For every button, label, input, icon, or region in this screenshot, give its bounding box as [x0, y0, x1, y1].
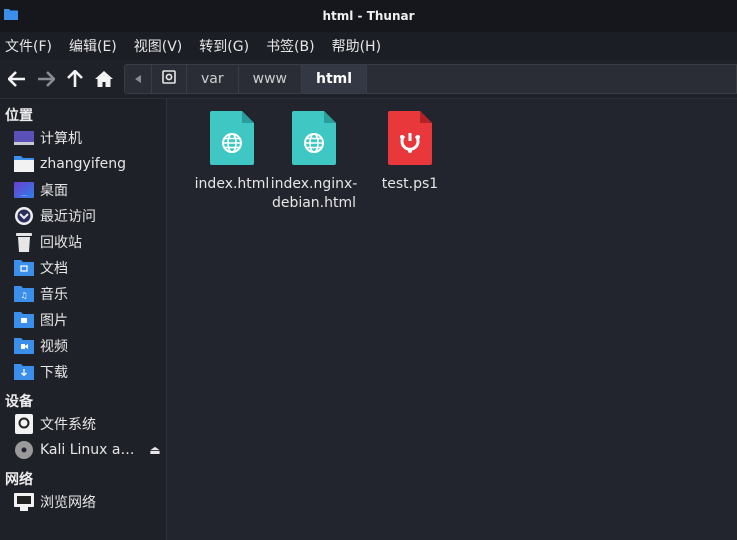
- up-arrow-icon[interactable]: [63, 67, 87, 91]
- sidebar-item-label: 文档: [40, 261, 68, 277]
- sidebar-item-label: 图片: [40, 313, 68, 329]
- folder-app-icon: [4, 8, 18, 23]
- desktop-icon: …: [13, 180, 35, 200]
- html-file-icon: [292, 111, 336, 169]
- svg-text:…: …: [21, 191, 27, 198]
- svg-text:♫: ♫: [20, 291, 27, 300]
- file-label: index.nginx-debian.html: [266, 175, 362, 213]
- sidebar-section-places: 位置: [5, 108, 33, 124]
- music-folder-icon: ♫: [13, 284, 35, 304]
- sidebar-item-desktop[interactable]: … 桌面: [0, 177, 166, 203]
- sidebar-item-computer[interactable]: 计算机: [0, 125, 166, 151]
- sidebar-item-label: zhangyifeng: [40, 156, 127, 172]
- home-folder-icon: [13, 154, 35, 174]
- html-file-icon: [210, 111, 254, 169]
- videos-folder-icon: [13, 336, 35, 356]
- forward-arrow-icon[interactable]: [34, 67, 58, 91]
- file-item[interactable]: index.nginx-debian.html: [266, 111, 362, 213]
- sidebar-item-filesystem[interactable]: 文件系统: [0, 411, 166, 437]
- sidebar-item-trash[interactable]: 回收站: [0, 229, 166, 255]
- menu-bookmarks[interactable]: 书签(B): [266, 36, 323, 56]
- sidebar-item-pictures[interactable]: 图片: [0, 307, 166, 333]
- path-scroll-left-button[interactable]: [125, 65, 152, 93]
- filesystem-drive-icon: [13, 414, 35, 434]
- sidebar-item-label: 桌面: [40, 183, 68, 199]
- sidebar-item-downloads[interactable]: 下载: [0, 359, 166, 385]
- file-label-line: index.nginx-: [270, 176, 358, 192]
- sidebar-section-network: 网络: [5, 472, 33, 488]
- documents-folder-icon: [13, 258, 35, 278]
- sidebar-item-label: 浏览网络: [40, 495, 96, 511]
- file-item[interactable]: test.ps1: [362, 111, 458, 194]
- path-segment-html[interactable]: html: [301, 65, 368, 93]
- file-view: index.html index.nginx-debian.html test.…: [167, 99, 737, 540]
- sidebar-item-label: 文件系统: [40, 417, 96, 433]
- sidebar-item-label: 音乐: [40, 287, 68, 303]
- sidebar-item-browse-network[interactable]: 浏览网络: [0, 489, 166, 515]
- sidebar-item-label: 视频: [40, 339, 68, 355]
- menu-view[interactable]: 视图(V): [134, 36, 191, 56]
- path-root-button[interactable]: [152, 65, 187, 93]
- sidebar: 位置 计算机 zhangyifeng … 桌面 最近访问 回收站 文档 ♫ 音乐…: [0, 99, 167, 540]
- sidebar-item-label: 下载: [40, 365, 68, 381]
- file-label: test.ps1: [381, 176, 439, 192]
- sidebar-section-devices: 设备: [5, 394, 33, 410]
- sidebar-item-kali-disc[interactable]: Kali Linux am… ⏏: [0, 437, 166, 463]
- sidebar-item-label: 计算机: [40, 131, 82, 147]
- sidebar-item-documents[interactable]: 文档: [0, 255, 166, 281]
- menu-file[interactable]: 文件(F): [5, 36, 60, 56]
- path-segment-www[interactable]: www: [239, 65, 302, 93]
- toolbar: var www html: [0, 60, 737, 99]
- drive-icon: [162, 70, 176, 88]
- sidebar-item-label: 回收站: [40, 235, 82, 251]
- eject-icon[interactable]: ⏏: [144, 443, 166, 457]
- optical-disc-icon: [13, 440, 35, 460]
- trash-icon: [13, 232, 35, 252]
- pictures-folder-icon: [13, 310, 35, 330]
- computer-icon: [13, 128, 35, 148]
- home-icon[interactable]: [92, 67, 116, 91]
- sidebar-item-label: 最近访问: [40, 209, 96, 225]
- path-segment-var[interactable]: var: [187, 65, 239, 93]
- powershell-script-icon: [388, 111, 432, 169]
- title-bar: html - Thunar: [0, 0, 737, 32]
- menu-help[interactable]: 帮助(H): [332, 36, 389, 56]
- menu-bar: 文件(F) 编辑(E) 视图(V) 转到(G) 书签(B) 帮助(H): [0, 32, 737, 60]
- menu-edit[interactable]: 编辑(E): [69, 36, 125, 56]
- file-label-line: debian.html: [271, 195, 357, 211]
- back-arrow-icon[interactable]: [5, 67, 29, 91]
- recent-icon: [13, 206, 35, 226]
- sidebar-item-music[interactable]: ♫ 音乐: [0, 281, 166, 307]
- sidebar-item-label: Kali Linux am…: [40, 442, 144, 458]
- menu-go[interactable]: 转到(G): [199, 36, 257, 56]
- downloads-folder-icon: [13, 362, 35, 382]
- network-icon: [13, 492, 35, 512]
- sidebar-item-home[interactable]: zhangyifeng: [0, 151, 166, 177]
- sidebar-item-videos[interactable]: 视频: [0, 333, 166, 359]
- sidebar-item-recent[interactable]: 最近访问: [0, 203, 166, 229]
- window-title: html - Thunar: [322, 9, 415, 23]
- path-bar: var www html: [124, 64, 737, 94]
